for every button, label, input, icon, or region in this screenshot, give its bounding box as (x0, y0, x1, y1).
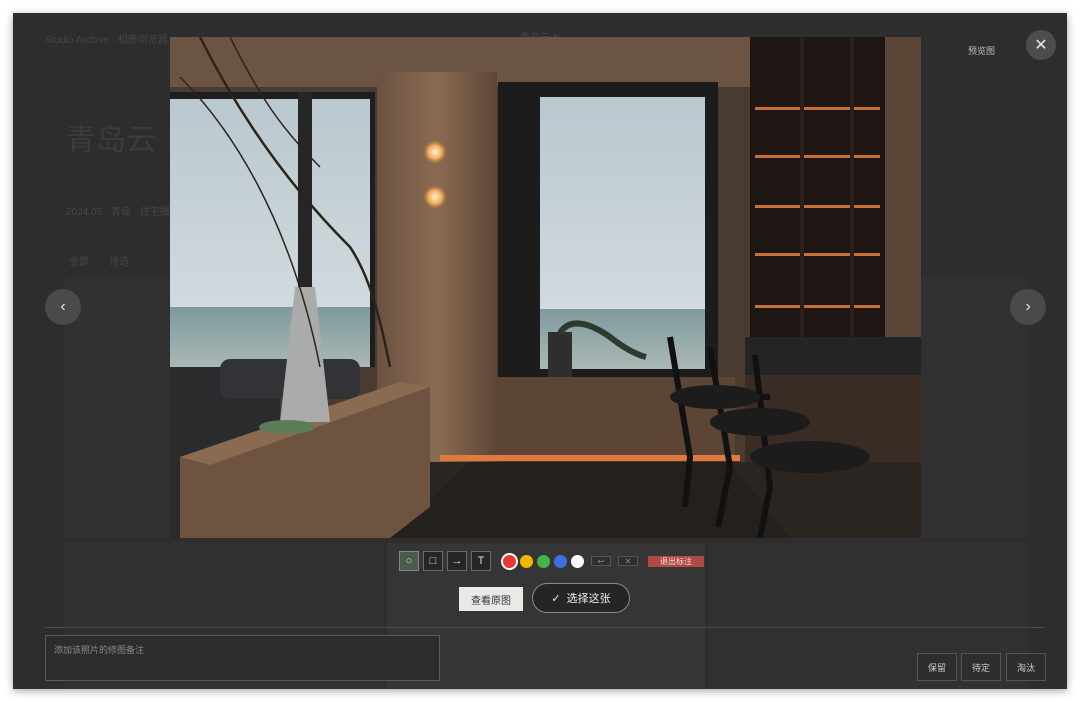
chevron-left-icon: ‹ (60, 298, 66, 315)
clear-icon: ✕ (624, 556, 632, 566)
arrow-icon: → (451, 555, 463, 567)
undo-icon: ↩ (597, 556, 605, 566)
keep-button[interactable]: 保留 (917, 653, 957, 681)
color-swatch-white[interactable] (571, 554, 584, 568)
circle-tool[interactable]: ○ (399, 551, 419, 571)
close-button[interactable]: ✕ (1026, 30, 1056, 60)
select-photo-label: 选择这张 (566, 593, 611, 605)
close-icon: ✕ (1034, 37, 1048, 54)
retouch-notes-input[interactable] (45, 635, 440, 681)
color-swatch-green[interactable] (537, 554, 550, 568)
text-tool[interactable]: T (471, 551, 491, 571)
arrow-tool[interactable]: → (447, 551, 467, 571)
rectangle-tool[interactable]: □ (423, 551, 443, 571)
next-photo-button[interactable]: › (1010, 289, 1046, 325)
viewer-window: Studio Archive · 相册浏览器 青岛云上 青岛云 2024.05 … (13, 13, 1067, 689)
color-swatch-blue[interactable] (554, 554, 567, 568)
reject-button[interactable]: 淘汰 (1006, 653, 1046, 681)
color-swatch-yellow[interactable] (520, 554, 533, 568)
main-photo (170, 37, 921, 538)
interior-photo (170, 37, 921, 538)
undo-button[interactable]: ↩ (591, 556, 611, 566)
view-original-button[interactable]: 查看原图 (459, 587, 523, 611)
pending-button[interactable]: 待定 (961, 653, 1001, 681)
select-photo-button[interactable]: ✓ 选择这张 (532, 583, 630, 613)
check-icon: ✓ (551, 592, 561, 605)
text-icon: T (477, 555, 485, 567)
previous-photo-button[interactable]: ‹ (45, 289, 81, 325)
chevron-right-icon: › (1025, 298, 1031, 315)
clear-annotations-button[interactable]: ✕ (618, 556, 638, 566)
divider (45, 627, 1045, 628)
rectangle-icon: □ (429, 555, 437, 567)
annotation-toolbar: ○ □ → T ↩ ✕ 退出标注 (399, 550, 704, 572)
circle-icon: ○ (405, 555, 413, 567)
color-swatch-red[interactable] (503, 554, 516, 568)
preview-label: 预览图 (968, 46, 996, 56)
exit-annotation-button[interactable]: 退出标注 (648, 555, 704, 567)
